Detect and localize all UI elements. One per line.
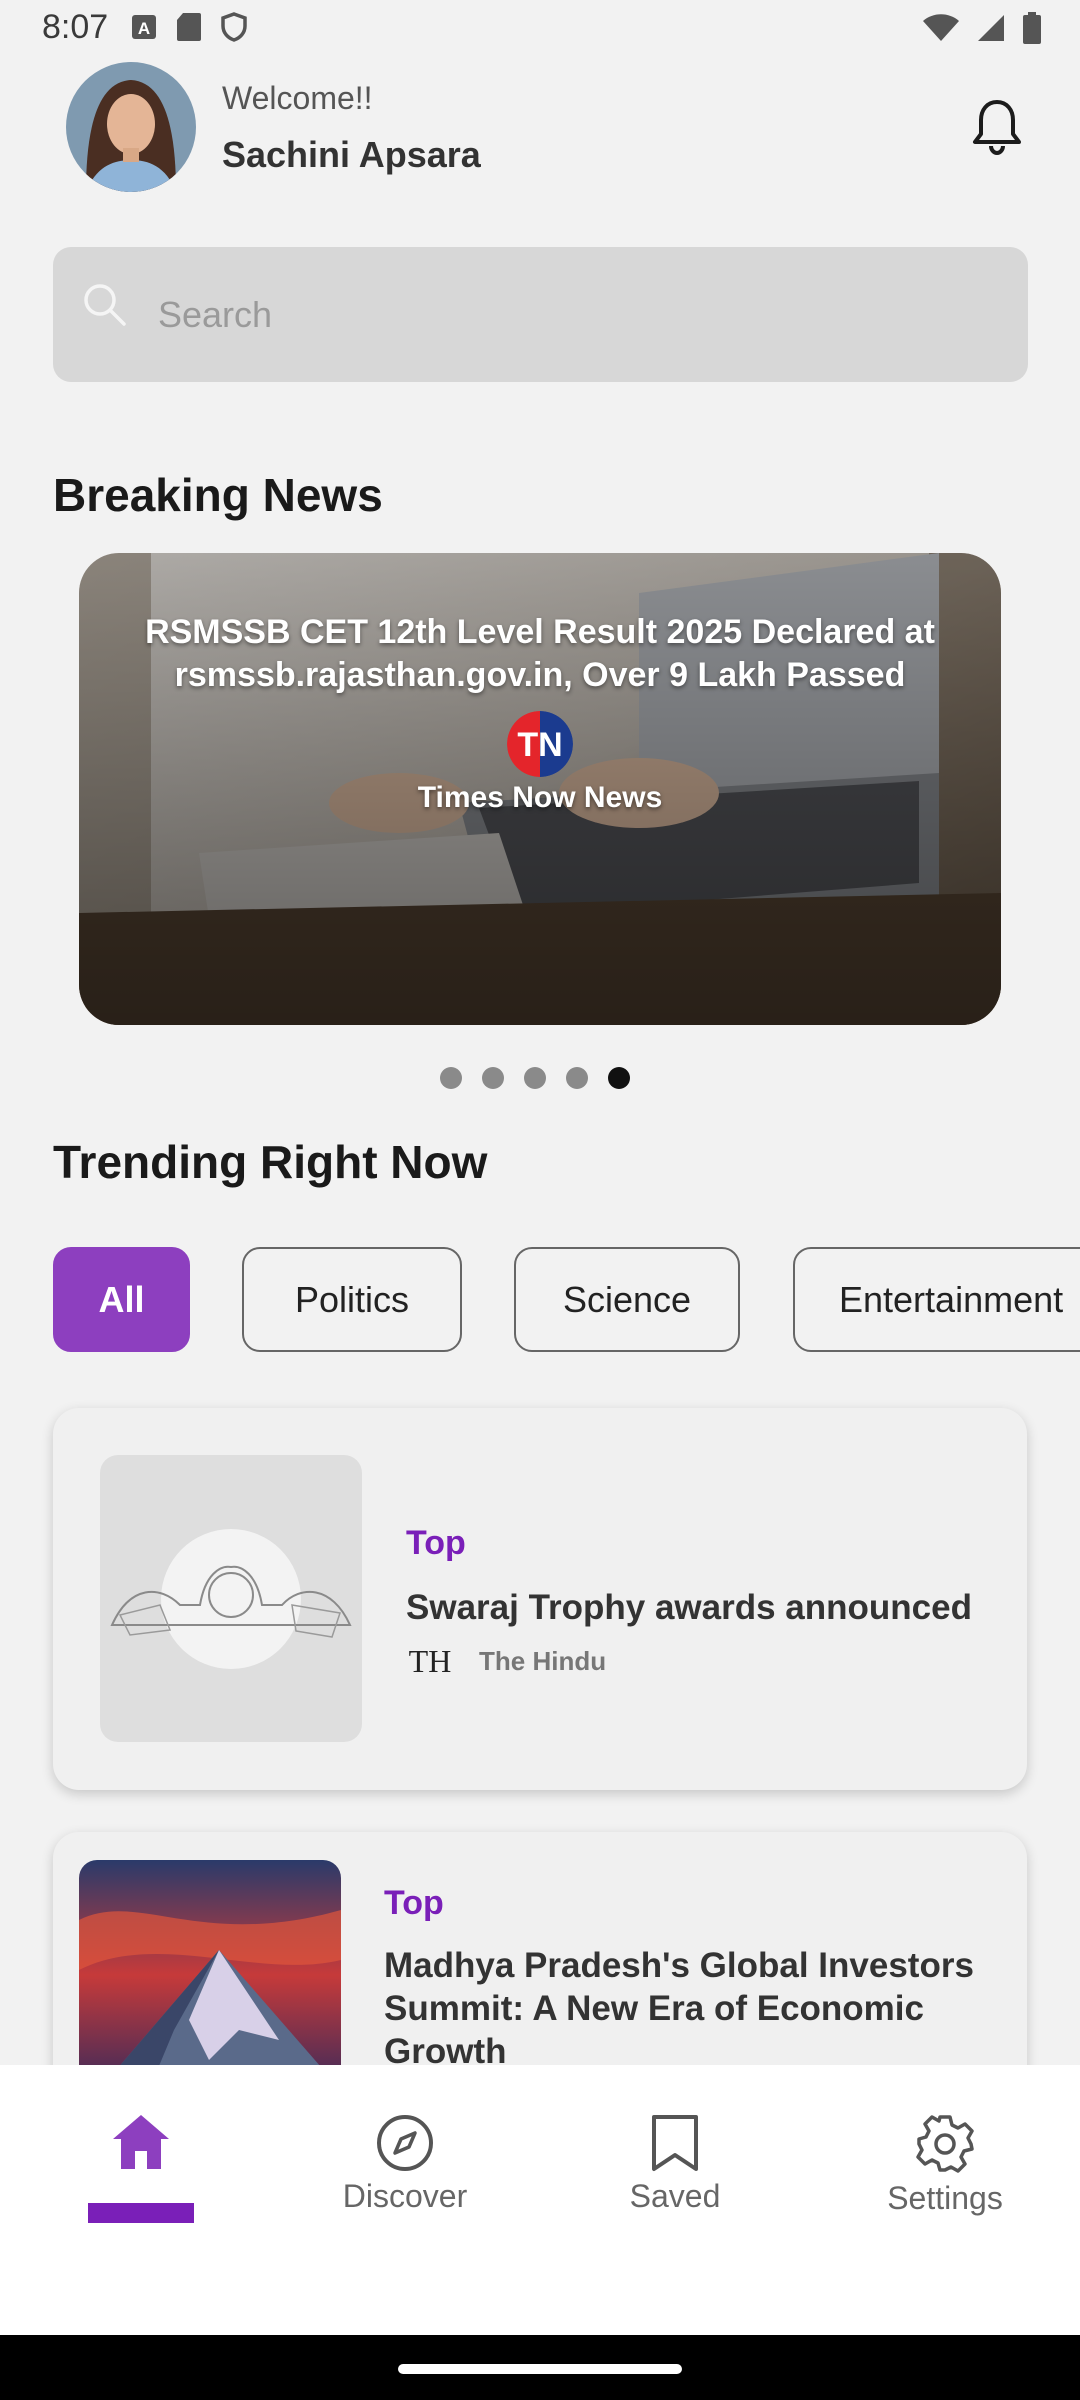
breaking-news-title: Breaking News bbox=[53, 469, 383, 521]
nav-saved[interactable]: Saved bbox=[575, 2113, 775, 2215]
breaking-news-banner[interactable]: RSMSSB CET 12th Level Result 2025 Declar… bbox=[79, 553, 1001, 1025]
home-icon bbox=[113, 2115, 169, 2169]
article-category: Top bbox=[406, 1524, 466, 1562]
article-source: The Hindu bbox=[479, 1646, 607, 1676]
nav-saved-label: Saved bbox=[629, 2178, 721, 2214]
nav-settings[interactable]: Settings bbox=[845, 2113, 1045, 2217]
carousel-dot[interactable] bbox=[482, 1067, 504, 1089]
chip-all[interactable]: All bbox=[53, 1247, 190, 1352]
article-thumbnail bbox=[79, 1860, 341, 2090]
status-system-icons bbox=[922, 12, 1042, 44]
avatar[interactable] bbox=[66, 62, 196, 192]
bookmark-icon bbox=[652, 2115, 698, 2171]
svg-text:TH: TH bbox=[409, 1643, 452, 1679]
status-time: 8:07 bbox=[42, 8, 109, 46]
sd-card-icon bbox=[177, 13, 201, 41]
search-input[interactable] bbox=[158, 290, 978, 340]
home-gesture-pill[interactable] bbox=[398, 2364, 682, 2374]
logo-text: TN bbox=[517, 726, 562, 764]
nav-home[interactable] bbox=[41, 2113, 241, 2176]
carousel-dot[interactable] bbox=[566, 1067, 588, 1089]
shield-icon bbox=[221, 12, 247, 42]
bell-icon bbox=[973, 100, 1021, 156]
banner-source: Times Now News bbox=[417, 781, 663, 814]
bottom-navigation: Discover Saved Settings bbox=[0, 2065, 1080, 2335]
article-card[interactable]: Top Swaraj Trophy awards announced TH Th… bbox=[53, 1408, 1027, 1790]
compass-icon bbox=[377, 2115, 433, 2171]
chip-science[interactable]: Science bbox=[514, 1247, 740, 1352]
chip-entertainment[interactable]: Entertainment bbox=[793, 1247, 1080, 1352]
nav-settings-label: Settings bbox=[887, 2180, 1003, 2216]
search-icon bbox=[82, 282, 128, 333]
article-title: Madhya Pradesh's Global Investors Summit… bbox=[384, 1946, 974, 2071]
battery-icon bbox=[1023, 12, 1041, 44]
trending-title: Trending Right Now bbox=[53, 1136, 488, 1188]
carousel-dot[interactable] bbox=[524, 1067, 546, 1089]
svg-text:A: A bbox=[138, 19, 150, 38]
carousel-dot[interactable] bbox=[440, 1067, 462, 1089]
times-now-logo: TN bbox=[507, 711, 573, 777]
banner-headline: RSMSSB CET 12th Level Result 2025 Declar… bbox=[145, 613, 935, 694]
carousel-indicator bbox=[440, 1067, 630, 1089]
chip-politics[interactable]: Politics bbox=[242, 1247, 462, 1352]
welcome-text: Welcome!! bbox=[222, 80, 373, 116]
gear-icon bbox=[916, 2115, 974, 2173]
status-notification-icons: A bbox=[130, 12, 248, 42]
article-title: Swaraj Trophy awards announced bbox=[406, 1588, 972, 1627]
nav-active-indicator bbox=[88, 2203, 194, 2223]
font-icon: A bbox=[132, 15, 156, 39]
username: Sachini Apsara bbox=[222, 134, 481, 175]
wifi-icon bbox=[923, 14, 959, 41]
article-category: Top bbox=[384, 1884, 444, 1922]
article-thumbnail bbox=[100, 1455, 362, 1742]
notifications-button[interactable] bbox=[966, 96, 1028, 158]
the-hindu-logo: TH bbox=[406, 1636, 454, 1682]
carousel-dot-active[interactable] bbox=[608, 1067, 630, 1089]
signal-icon bbox=[978, 15, 1004, 41]
status-bar: 8:07 A bbox=[0, 0, 1080, 60]
nav-discover-label: Discover bbox=[342, 2178, 468, 2214]
nav-discover[interactable]: Discover bbox=[305, 2113, 505, 2215]
